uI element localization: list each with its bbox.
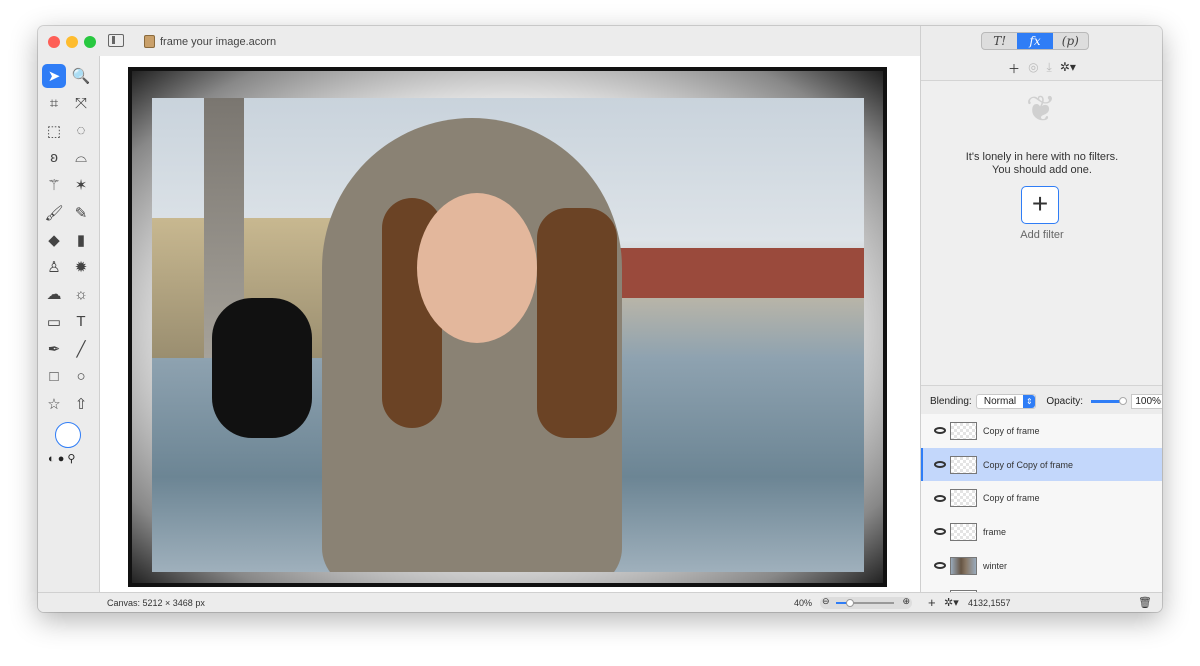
tool-palette: ➤ 🔍 ⌗ ⤧ ⬚ ◌ ʚ ⌓ ⚚ ✶ 🖌 ✎ ◆ ▮ ♙ ✹ ☁ ☼ ▭ T ✒ ╱ □ ○ ☆ ⇧ ◐ ● ⚲: [38, 56, 100, 592]
zoom-button[interactable]: [84, 36, 96, 48]
gear-menu-icon[interactable]: ✲▾: [1060, 60, 1076, 77]
transform-tool[interactable]: ⤧: [69, 91, 93, 115]
line-tool[interactable]: ╱: [69, 337, 93, 361]
brush-tool[interactable]: 🖌: [42, 201, 66, 225]
sun-tool[interactable]: ☼: [69, 282, 93, 306]
title-bar: frame your image.acorn: [38, 26, 920, 56]
empty-message: It's lonely in here with no filters.: [965, 151, 1119, 163]
paint-bucket-tool[interactable]: ◆: [42, 228, 66, 252]
ellipse-select-tool[interactable]: ◌: [69, 119, 93, 143]
blending-value: Normal: [983, 395, 1017, 407]
cursor-coords: 4132,1557: [968, 598, 1011, 608]
text-tool[interactable]: T: [69, 310, 93, 334]
layer-thumbnail: [950, 489, 977, 508]
layer-list: Copy of frame Copy of Copy of frame Copy o…: [921, 414, 1162, 592]
close-button[interactable]: [48, 36, 60, 48]
winter-photo: [152, 98, 864, 572]
minimize-button[interactable]: [66, 36, 78, 48]
instant-alpha-tool[interactable]: ✶: [69, 173, 93, 197]
layer-name: frame: [983, 526, 1007, 537]
eye-icon[interactable]: [934, 461, 946, 469]
add-filter-label: Add filter: [1020, 229, 1064, 241]
crop-tool[interactable]: ⌗: [42, 91, 66, 115]
download-icon[interactable]: ⤓: [1047, 60, 1052, 77]
layer-name: Copy of Copy of frame: [983, 459, 1074, 470]
gradient-tool[interactable]: ▭: [42, 310, 66, 334]
tab-tools[interactable]: T!: [982, 33, 1017, 49]
polygon-lasso-tool[interactable]: ⌓: [69, 146, 93, 170]
clone-tool[interactable]: ♙: [42, 255, 66, 279]
opacity-label: Opacity:: [1046, 395, 1084, 407]
layer-name: winter: [983, 560, 1008, 571]
layer-thumbnail: [950, 522, 977, 541]
color-swatches[interactable]: ◐ ● ⚲: [48, 452, 75, 465]
inspector-panel: T! fx (p) ＋ ◎ ⤓ ✲▾ ❦ It's lonely in here…: [920, 26, 1162, 592]
layer-thumbnail: [950, 421, 977, 440]
layer-thumbnail: [950, 556, 977, 575]
panel-tabs: T! fx (p): [981, 32, 1089, 50]
app-window: frame your image.acorn ➤ 🔍 ⌗ ⤧ ⬚ ◌ ʚ ⌓ ⚚ ✶ 🖌 ✎ ◆ ▮ ♙ ✹ ☁…: [38, 26, 1162, 612]
window-title: frame your image.acorn: [160, 36, 277, 48]
rect-select-tool[interactable]: ⬚: [42, 119, 66, 143]
magic-wand-tool[interactable]: ⚚: [42, 173, 66, 197]
tab-properties[interactable]: (p): [1053, 33, 1088, 49]
add-layer-icon[interactable]: +: [928, 595, 936, 610]
smudge-tool[interactable]: ✹: [69, 255, 93, 279]
rectangle-tool[interactable]: □: [42, 364, 66, 388]
zoom-out-icon[interactable]: ⊖: [822, 596, 830, 607]
star-tool[interactable]: ☆: [42, 392, 66, 416]
trash-icon[interactable]: 🗑: [1138, 596, 1152, 609]
empty-hint: You should add one.: [992, 164, 1092, 176]
zoom-level: 40%: [794, 598, 813, 608]
blending-row: Blending: Normal ⇕ Opacity: 100%: [921, 390, 1162, 412]
zoom-tool[interactable]: 🔍: [69, 64, 93, 88]
opacity-field[interactable]: 100%: [1131, 393, 1162, 409]
layer-row[interactable]: white background: [921, 582, 1162, 592]
zoom-in-icon[interactable]: ⊕: [902, 596, 910, 607]
eye-icon[interactable]: [934, 528, 946, 536]
layer-row[interactable]: frame: [921, 515, 1162, 549]
layer-row[interactable]: Copy of frame: [921, 481, 1162, 515]
arrow-tool[interactable]: ⇧: [69, 392, 93, 416]
color-well[interactable]: [55, 422, 81, 448]
layer-row[interactable]: Copy of frame: [921, 414, 1162, 448]
cloud-tool[interactable]: ☁: [42, 282, 66, 306]
layer-row[interactable]: Copy of Copy of frame: [921, 447, 1162, 482]
layer-gear-icon[interactable]: ✲▾: [944, 596, 959, 609]
eye-icon[interactable]: [934, 427, 946, 435]
stepper-icon: ⇕: [1023, 394, 1036, 408]
eye-icon[interactable]: [934, 494, 946, 502]
canvas-area[interactable]: [100, 56, 920, 592]
add-icon[interactable]: ＋: [1008, 60, 1020, 77]
filter-toolbar: ＋ ◎ ⤓ ✲▾: [921, 60, 1162, 77]
eraser-tool[interactable]: ▮: [69, 228, 93, 252]
zoom-slider[interactable]: ⊖ ⊕: [820, 596, 912, 609]
status-bar: Canvas: 5212 × 3468 px 40% ⊖ ⊕ + ✲▾ 4132…: [38, 592, 1162, 612]
document-canvas[interactable]: [128, 59, 918, 591]
filter-list: ❦ It's lonely in here with no filters. Y…: [921, 80, 1162, 386]
tab-filters[interactable]: fx: [1017, 33, 1053, 49]
layer-name: Copy of frame: [983, 425, 1040, 436]
preview-icon[interactable]: ◎: [1028, 60, 1038, 77]
blending-select[interactable]: Normal ⇕: [975, 393, 1037, 409]
canvas-size: Canvas: 5212 × 3468 px: [107, 598, 205, 608]
eye-icon[interactable]: [934, 562, 946, 570]
layer-row[interactable]: winter: [921, 549, 1162, 583]
blending-label: Blending:: [930, 395, 972, 407]
layer-name: Copy of frame: [983, 493, 1040, 504]
add-filter-button[interactable]: +: [1021, 186, 1059, 224]
sidebar-toggle-button[interactable]: [108, 34, 124, 47]
select-tool[interactable]: ➤: [42, 64, 66, 88]
circle-tool[interactable]: ○: [69, 364, 93, 388]
lasso-tool[interactable]: ʚ: [42, 146, 66, 170]
document-icon: [144, 35, 155, 48]
pencil-tool[interactable]: ✎: [69, 201, 93, 225]
frame-border: [128, 67, 887, 587]
opacity-slider[interactable]: [1091, 396, 1128, 405]
ornament-icon: ❦: [1025, 88, 1057, 129]
layer-thumbnail: [950, 455, 977, 474]
pen-tool[interactable]: ✒: [42, 337, 66, 361]
